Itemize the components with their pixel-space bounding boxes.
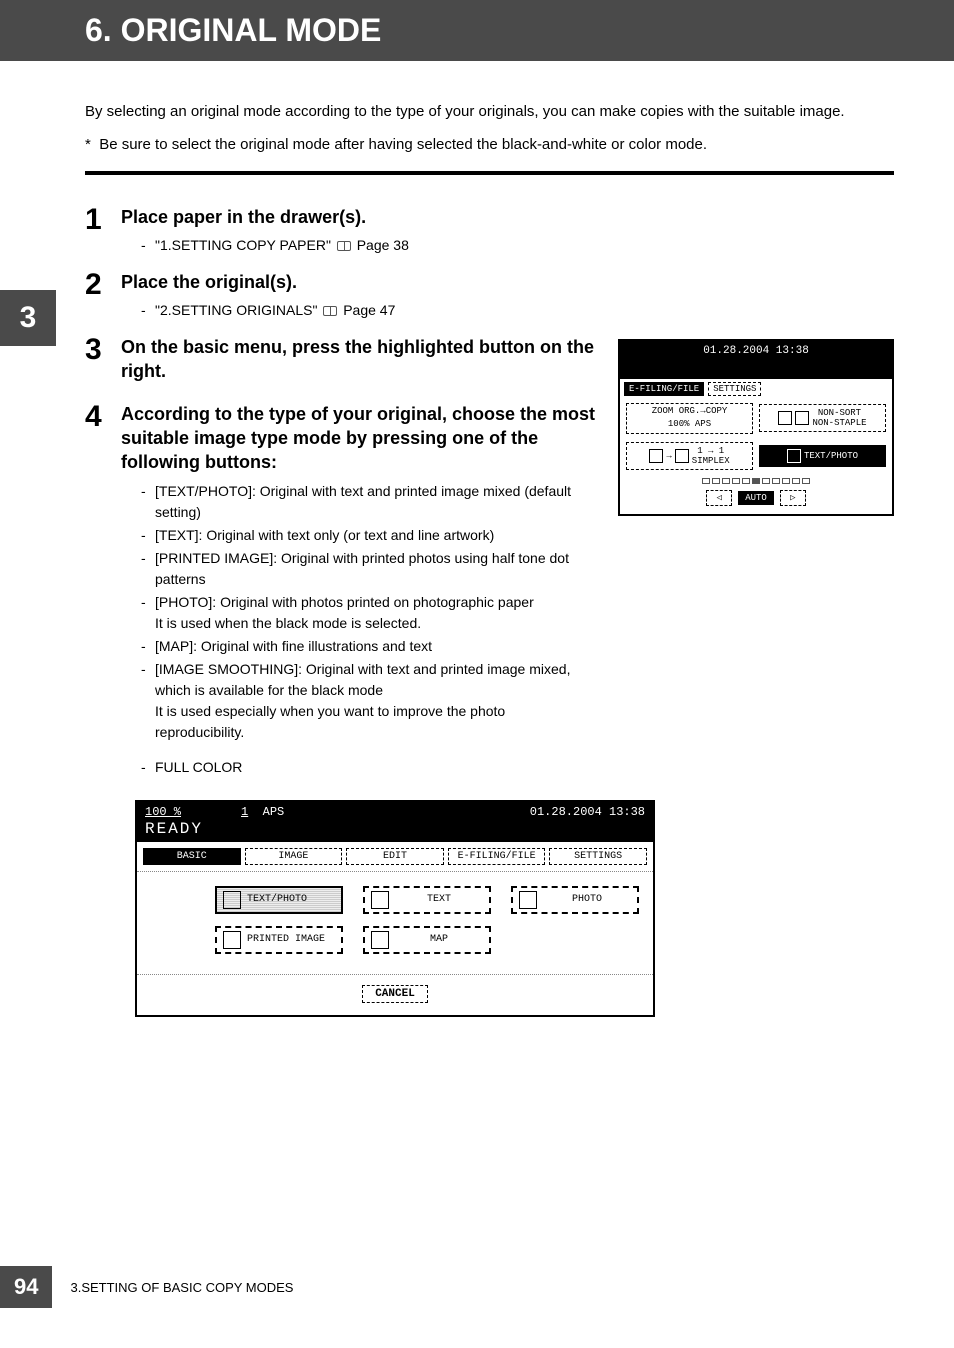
- tab-basic[interactable]: BASIC: [143, 848, 241, 865]
- btn-map[interactable]: MAP: [363, 926, 491, 954]
- step-3: 3 On the basic menu, press the highlight…: [85, 335, 598, 390]
- tab-efiling[interactable]: E-FILING/FILE: [624, 382, 704, 396]
- btn-label: PRINTED IMAGE: [247, 934, 325, 945]
- ready-status: READY: [137, 820, 653, 842]
- textphoto-cell[interactable]: TEXT/PHOTO: [759, 445, 886, 467]
- btn-label: TEXT: [395, 894, 483, 905]
- divider: [85, 171, 894, 175]
- sort-cell[interactable]: NON-SORT NON-STAPLE: [759, 404, 886, 432]
- tray-icon: [795, 411, 809, 425]
- mode-printed-image: [PRINTED IMAGE]: Original with printed p…: [141, 548, 598, 590]
- section-title: 6. ORIGINAL MODE: [0, 0, 954, 61]
- simplex-label: 1 → 1 SIMPLEX: [692, 446, 730, 466]
- full-color-label: FULL COLOR: [141, 757, 598, 778]
- btn-label: PHOTO: [543, 894, 631, 905]
- zoom-value: 100% APS: [668, 420, 711, 430]
- text-photo-icon: [223, 891, 241, 909]
- note-text: * Be sure to select the original mode af…: [85, 136, 894, 153]
- page-icon: [675, 449, 689, 463]
- step-number: 1: [85, 205, 109, 235]
- printed-image-icon: [223, 931, 241, 949]
- btn-printed-image[interactable]: PRINTED IMAGE: [215, 926, 343, 954]
- step-number: 3: [85, 335, 109, 365]
- step-1: 1 Place paper in the drawer(s). "1.SETTI…: [85, 205, 894, 258]
- ref-label: "1.SETTING COPY PAPER": [155, 237, 331, 253]
- step-title: According to the type of your original, …: [121, 402, 598, 475]
- zoom-cell[interactable]: ZOOM ORG.→COPY 100% APS: [626, 403, 753, 434]
- text-icon: [371, 891, 389, 909]
- mode-map: [MAP]: Original with fine illustrations …: [141, 636, 598, 657]
- ref-label: "2.SETTING ORIGINALS": [155, 302, 317, 318]
- nav-next-button[interactable]: ▷: [780, 490, 806, 506]
- intro-text: By selecting an original mode according …: [85, 101, 894, 124]
- step-title: Place the original(s).: [121, 270, 894, 294]
- nav-auto-button[interactable]: AUTO: [738, 491, 774, 505]
- tab-settings[interactable]: SETTINGS: [708, 382, 761, 396]
- note-body: Be sure to select the original mode afte…: [99, 136, 707, 153]
- tab-image[interactable]: IMAGE: [245, 848, 343, 865]
- copy-count: 1 APS: [241, 805, 284, 819]
- ref-page: Page 47: [343, 302, 395, 318]
- cancel-button[interactable]: CANCEL: [362, 985, 428, 1003]
- btn-text[interactable]: TEXT: [363, 886, 491, 914]
- step-number: 2: [85, 270, 109, 300]
- chapter-tab: 3: [0, 290, 56, 346]
- lcd-panel-small: 01.28.2004 13:38 E-FILING/FILE SETTINGS …: [618, 339, 894, 516]
- tab-settings[interactable]: SETTINGS: [549, 848, 647, 865]
- footer-chapter: 3.SETTING OF BASIC COPY MODES: [70, 1280, 293, 1295]
- nav-prev-button[interactable]: ◁: [706, 490, 732, 506]
- lcd-panel-large: 100 % 1 APS 01.28.2004 13:38 READY BASIC…: [135, 800, 655, 1017]
- lcd-timestamp: 01.28.2004 13:38: [530, 805, 645, 819]
- btn-label: MAP: [395, 934, 483, 945]
- page-number: 94: [0, 1266, 52, 1308]
- book-icon: [337, 241, 351, 251]
- step-title: Place paper in the drawer(s).: [121, 205, 894, 229]
- step-number: 4: [85, 402, 109, 432]
- textphoto-label: TEXT/PHOTO: [804, 451, 858, 461]
- photo-icon: [519, 891, 537, 909]
- mode-image-smoothing: [IMAGE SMOOTHING]: Original with text an…: [141, 659, 598, 743]
- tab-efiling[interactable]: E-FILING/FILE: [448, 848, 546, 865]
- zoom-percent: 100 %: [145, 805, 181, 819]
- book-icon: [323, 306, 337, 316]
- mode-icon: [787, 449, 801, 463]
- tab-edit[interactable]: EDIT: [346, 848, 444, 865]
- sort-label: NON-SORT NON-STAPLE: [812, 408, 866, 428]
- step-ref: "2.SETTING ORIGINALS" Page 47: [141, 300, 894, 321]
- simplex-cell[interactable]: → 1 → 1 SIMPLEX: [626, 442, 753, 470]
- step-ref: "1.SETTING COPY PAPER" Page 38: [141, 235, 894, 256]
- page-footer: 94 3.SETTING OF BASIC COPY MODES: [0, 1266, 293, 1308]
- map-icon: [371, 931, 389, 949]
- mode-photo: [PHOTO]: Original with photos printed on…: [141, 592, 598, 634]
- btn-text-photo[interactable]: TEXT/PHOTO: [215, 886, 343, 914]
- lcd-header: 100 % 1 APS 01.28.2004 13:38: [137, 802, 653, 820]
- btn-photo[interactable]: PHOTO: [511, 886, 639, 914]
- page-icon: [649, 449, 663, 463]
- lcd-timestamp: 01.28.2004 13:38: [620, 341, 892, 361]
- mode-text-photo: [TEXT/PHOTO]: Original with text and pri…: [141, 481, 598, 523]
- ref-page: Page 38: [357, 237, 409, 253]
- tray-icon: [778, 411, 792, 425]
- lcd-blank-row: [620, 361, 892, 379]
- btn-label: TEXT/PHOTO: [247, 894, 307, 905]
- step-2: 2 Place the original(s). "2.SETTING ORIG…: [85, 270, 894, 323]
- note-asterisk: *: [85, 136, 91, 153]
- page-indicator: [620, 474, 892, 484]
- step-4: 4 According to the type of your original…: [85, 402, 598, 780]
- step-title: On the basic menu, press the highlighted…: [121, 335, 598, 384]
- mode-text: [TEXT]: Original with text only (or text…: [141, 525, 598, 546]
- zoom-label: ZOOM ORG.→COPY: [652, 407, 728, 417]
